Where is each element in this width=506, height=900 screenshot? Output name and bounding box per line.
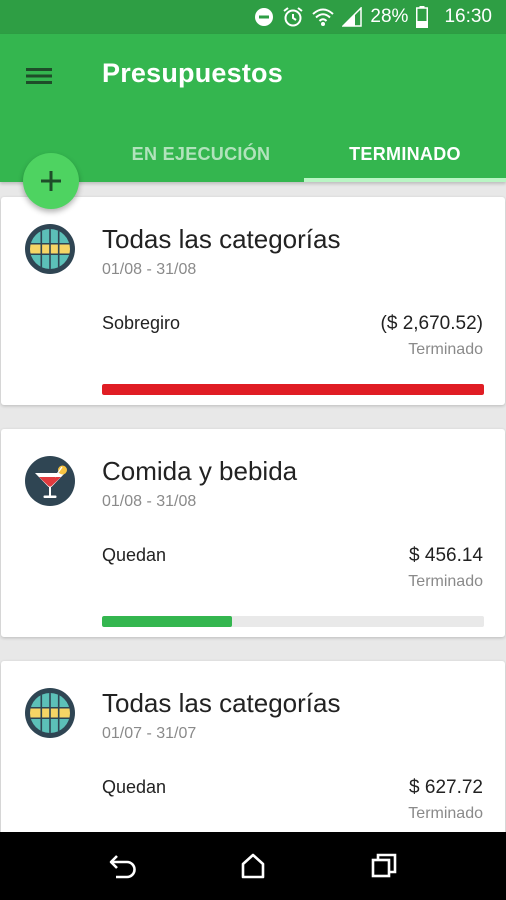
battery-percent: 28%: [370, 6, 409, 27]
budget-list: Todas las categorías 01/08 - 31/08 Sobre…: [0, 182, 506, 832]
hamburger-menu-icon: [26, 68, 52, 84]
back-icon: [109, 855, 136, 879]
recents-button[interactable]: [364, 850, 404, 882]
budget-card[interactable]: Todas las categorías 01/07 - 31/07 Queda…: [1, 661, 505, 832]
page-title: Presupuestos: [102, 58, 283, 88]
add-budget-button[interactable]: [23, 153, 79, 209]
back-button[interactable]: [103, 850, 143, 882]
budget-category: Todas las categorías: [102, 688, 341, 718]
budget-amount-label: Quedan: [102, 545, 167, 565]
clock-time: 16:30: [444, 6, 492, 27]
budget-card[interactable]: Comida y bebida 01/08 - 31/08 Quedan $ 4…: [1, 429, 505, 637]
budget-amount-label: Sobregiro: [102, 313, 181, 333]
cocktail-icon: [25, 456, 75, 506]
globe-icon: [25, 688, 75, 738]
budget-dates: 01/07 - 31/07: [102, 725, 197, 742]
budget-card[interactable]: Todas las categorías 01/08 - 31/08 Sobre…: [1, 197, 505, 405]
budget-amount: $ 627.72: [409, 777, 483, 798]
budget-dates: 01/08 - 31/08: [102, 261, 197, 278]
wifi-icon: [312, 7, 335, 27]
budget-status: Terminado: [408, 805, 483, 822]
globe-icon: [25, 224, 75, 274]
app-bar: Presupuestos EN EJECUCIÓN TERMINADO: [0, 34, 506, 182]
budget-dates: 01/08 - 31/08: [102, 493, 197, 510]
home-icon: [241, 853, 265, 879]
budget-category: Comida y bebida: [102, 456, 298, 486]
budget-status: Terminado: [408, 573, 483, 590]
home-button[interactable]: [233, 850, 273, 882]
alarm-icon: [282, 6, 304, 28]
tab-terminado[interactable]: TERMINADO: [304, 126, 506, 182]
battery-icon: [416, 6, 429, 28]
menu-button[interactable]: [22, 62, 56, 90]
do-not-disturb-icon: [254, 7, 274, 27]
system-nav-bar: [0, 832, 506, 900]
budget-amount: ($ 2,670.52): [380, 313, 483, 334]
budget-progress-bar: [102, 616, 484, 627]
budget-progress-bar: [102, 384, 484, 395]
plus-icon: [41, 171, 61, 191]
status-bar: 28% 16:30: [0, 0, 506, 34]
tab-en-ejecucion[interactable]: EN EJECUCIÓN: [98, 126, 304, 182]
budget-status: Terminado: [408, 341, 483, 358]
recents-icon: [371, 853, 397, 878]
budget-progress-fill: [102, 384, 484, 395]
budget-category: Todas las categorías: [102, 224, 341, 254]
budget-amount: $ 456.14: [409, 545, 483, 566]
signal-icon: [342, 7, 363, 27]
budget-progress-fill: [102, 616, 232, 627]
budget-amount-label: Quedan: [102, 777, 167, 797]
